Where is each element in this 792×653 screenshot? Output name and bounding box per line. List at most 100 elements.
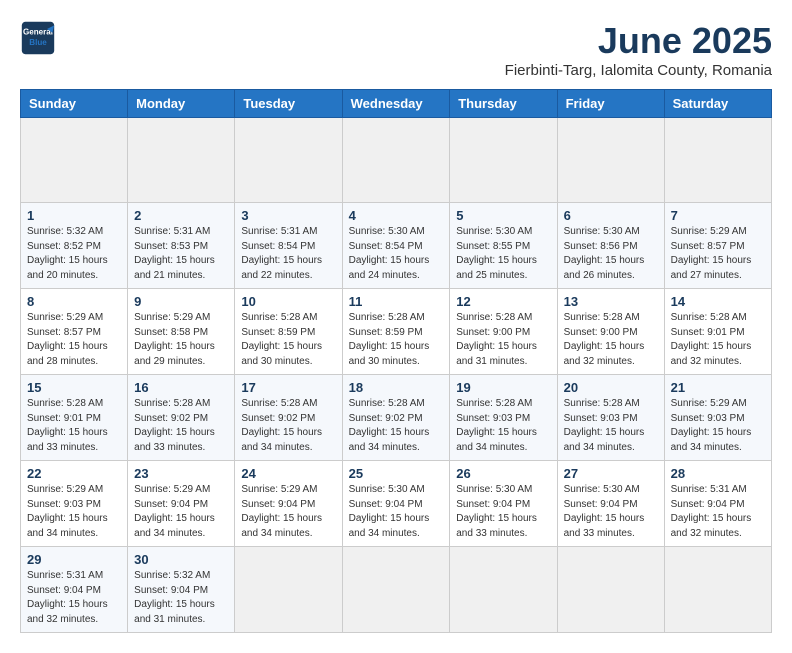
day-cell: 25Sunrise: 5:30 AM Sunset: 9:04 PM Dayli… (342, 461, 450, 547)
day-number: 10 (241, 294, 335, 309)
day-cell (342, 118, 450, 203)
day-cell: 2 Sunrise: 5:31 AM Sunset: 8:53 PM Daylig… (128, 203, 235, 289)
day-info: Sunrise: 5:29 AM Sunset: 9:04 PM Dayligh… (241, 483, 335, 541)
day-cell (235, 547, 342, 633)
day-cell: 16 Sunrise: 5:28 AM Sunset: 9:02 PM Dayli… (128, 375, 235, 461)
day-cell (557, 118, 664, 203)
header-wednesday: Wednesday (342, 90, 450, 118)
day-info: Sunrise: 5:30 AM Sunset: 9:04 PM Dayligh… (349, 483, 444, 541)
day-info: Sunrise: 5:29 AM Sunset: 9:03 PM Dayligh… (671, 397, 765, 455)
day-info: Sunrise: 5:32 AM Sunset: 8:52 PM Dayligh… (27, 225, 121, 283)
day-number: 16 (134, 380, 228, 395)
day-info: Sunrise: 5:31 AM Sunset: 8:54 PM Dayligh… (241, 225, 335, 283)
header-thursday: Thursday (450, 90, 557, 118)
day-cell: 13 Sunrise: 5:28 AM Sunset: 9:00 PM Dayli… (557, 289, 664, 375)
day-number: 22 (27, 466, 121, 481)
header-tuesday: Tuesday (235, 90, 342, 118)
day-info: Sunrise: 5:29 AM Sunset: 8:58 PM Dayligh… (134, 311, 228, 369)
day-cell: 26 Sunrise: 5:30 AM Sunset: 9:04 PM Dayli… (450, 461, 557, 547)
logo: General Blue (20, 20, 56, 56)
weekday-header-row: Sunday Monday Tuesday Wednesday Thursday… (21, 90, 772, 118)
week-row-4: 22Sunrise: 5:29 AM Sunset: 9:03 PM Dayli… (21, 461, 772, 547)
day-cell: 3 Sunrise: 5:31 AM Sunset: 8:54 PM Daylig… (235, 203, 342, 289)
header-sunday: Sunday (21, 90, 128, 118)
calendar-title: June 2025 (505, 20, 772, 62)
day-number: 8 (27, 294, 121, 309)
day-info: Sunrise: 5:28 AM Sunset: 8:59 PM Dayligh… (349, 311, 444, 369)
header-friday: Friday (557, 90, 664, 118)
day-info: Sunrise: 5:32 AM Sunset: 9:04 PM Dayligh… (134, 569, 228, 627)
day-cell: 24Sunrise: 5:29 AM Sunset: 9:04 PM Dayli… (235, 461, 342, 547)
day-info: Sunrise: 5:30 AM Sunset: 9:04 PM Dayligh… (564, 483, 658, 541)
day-cell: 14Sunrise: 5:28 AM Sunset: 9:01 PM Dayli… (664, 289, 771, 375)
day-info: Sunrise: 5:28 AM Sunset: 9:02 PM Dayligh… (134, 397, 228, 455)
day-cell (450, 547, 557, 633)
day-cell: 20Sunrise: 5:28 AM Sunset: 9:03 PM Dayli… (557, 375, 664, 461)
day-number: 7 (671, 208, 765, 223)
day-cell: 18 Sunrise: 5:28 AM Sunset: 9:02 PM Dayli… (342, 375, 450, 461)
week-row-1: 1Sunrise: 5:32 AM Sunset: 8:52 PM Daylig… (21, 203, 772, 289)
day-number: 23 (134, 466, 228, 481)
day-info: Sunrise: 5:31 AM Sunset: 8:53 PM Dayligh… (134, 225, 228, 283)
day-cell: 29 Sunrise: 5:31 AM Sunset: 9:04 PM Dayli… (21, 547, 128, 633)
header-saturday: Saturday (664, 90, 771, 118)
day-cell (342, 547, 450, 633)
svg-text:Blue: Blue (29, 38, 47, 47)
day-info: Sunrise: 5:29 AM Sunset: 8:57 PM Dayligh… (671, 225, 765, 283)
day-number: 20 (564, 380, 658, 395)
day-cell: 19 Sunrise: 5:28 AM Sunset: 9:03 PM Dayli… (450, 375, 557, 461)
day-cell: 17Sunrise: 5:28 AM Sunset: 9:02 PM Dayli… (235, 375, 342, 461)
day-number: 12 (456, 294, 550, 309)
day-cell: 6Sunrise: 5:30 AM Sunset: 8:56 PM Daylig… (557, 203, 664, 289)
day-cell: 1Sunrise: 5:32 AM Sunset: 8:52 PM Daylig… (21, 203, 128, 289)
day-cell: 5 Sunrise: 5:30 AM Sunset: 8:55 PM Daylig… (450, 203, 557, 289)
day-info: Sunrise: 5:31 AM Sunset: 9:04 PM Dayligh… (671, 483, 765, 541)
day-number: 6 (564, 208, 658, 223)
day-number: 27 (564, 466, 658, 481)
day-number: 13 (564, 294, 658, 309)
calendar-table: Sunday Monday Tuesday Wednesday Thursday… (20, 89, 772, 633)
day-cell: 9Sunrise: 5:29 AM Sunset: 8:58 PM Daylig… (128, 289, 235, 375)
day-number: 18 (349, 380, 444, 395)
title-area: June 2025 Fierbinti-Targ, Ialomita Count… (505, 20, 772, 79)
day-cell (664, 118, 771, 203)
day-info: Sunrise: 5:28 AM Sunset: 9:00 PM Dayligh… (564, 311, 658, 369)
day-number: 3 (241, 208, 335, 223)
day-info: Sunrise: 5:28 AM Sunset: 9:01 PM Dayligh… (27, 397, 121, 455)
day-number: 29 (27, 552, 121, 567)
day-info: Sunrise: 5:28 AM Sunset: 8:59 PM Dayligh… (241, 311, 335, 369)
day-info: Sunrise: 5:30 AM Sunset: 8:54 PM Dayligh… (349, 225, 444, 283)
day-cell: 12 Sunrise: 5:28 AM Sunset: 9:00 PM Dayli… (450, 289, 557, 375)
day-info: Sunrise: 5:30 AM Sunset: 9:04 PM Dayligh… (456, 483, 550, 541)
day-cell: 23Sunrise: 5:29 AM Sunset: 9:04 PM Dayli… (128, 461, 235, 547)
week-row-2: 8 Sunrise: 5:29 AM Sunset: 8:57 PM Daylig… (21, 289, 772, 375)
day-info: Sunrise: 5:29 AM Sunset: 8:57 PM Dayligh… (27, 311, 121, 369)
day-info: Sunrise: 5:31 AM Sunset: 9:04 PM Dayligh… (27, 569, 121, 627)
day-info: Sunrise: 5:28 AM Sunset: 9:00 PM Dayligh… (456, 311, 550, 369)
day-info: Sunrise: 5:28 AM Sunset: 9:03 PM Dayligh… (456, 397, 550, 455)
calendar-subtitle: Fierbinti-Targ, Ialomita County, Romania (505, 62, 772, 79)
day-number: 19 (456, 380, 550, 395)
day-cell: 28 Sunrise: 5:31 AM Sunset: 9:04 PM Dayli… (664, 461, 771, 547)
day-cell: 27 Sunrise: 5:30 AM Sunset: 9:04 PM Dayli… (557, 461, 664, 547)
day-number: 11 (349, 294, 444, 309)
day-cell: 22Sunrise: 5:29 AM Sunset: 9:03 PM Dayli… (21, 461, 128, 547)
week-row-3: 15 Sunrise: 5:28 AM Sunset: 9:01 PM Dayli… (21, 375, 772, 461)
day-cell (21, 118, 128, 203)
day-cell (557, 547, 664, 633)
day-number: 21 (671, 380, 765, 395)
logo-icon: General Blue (20, 20, 56, 56)
day-info: Sunrise: 5:30 AM Sunset: 8:55 PM Dayligh… (456, 225, 550, 283)
day-cell: 4 Sunrise: 5:30 AM Sunset: 8:54 PM Daylig… (342, 203, 450, 289)
day-cell (235, 118, 342, 203)
day-info: Sunrise: 5:28 AM Sunset: 9:02 PM Dayligh… (349, 397, 444, 455)
week-row-5: 29 Sunrise: 5:31 AM Sunset: 9:04 PM Dayli… (21, 547, 772, 633)
day-cell (450, 118, 557, 203)
day-number: 4 (349, 208, 444, 223)
day-number: 26 (456, 466, 550, 481)
day-number: 28 (671, 466, 765, 481)
day-number: 15 (27, 380, 121, 395)
day-number: 2 (134, 208, 228, 223)
day-number: 17 (241, 380, 335, 395)
day-number: 5 (456, 208, 550, 223)
